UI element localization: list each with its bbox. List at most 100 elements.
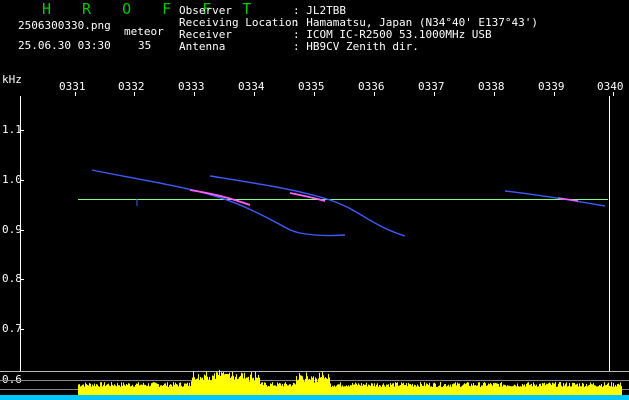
spectrum-bar [145, 384, 146, 395]
spectrum-bar [293, 382, 294, 395]
spectrum-bar [415, 385, 416, 395]
spectrum-bars [78, 370, 622, 395]
spectrum-bar [511, 386, 512, 395]
spectrum-bar [489, 384, 490, 395]
spectrum-bar [458, 383, 459, 395]
spectrum-bar [512, 386, 513, 395]
spectrum-bar [601, 384, 602, 395]
spectrum-bar [410, 384, 411, 395]
spectrum-bar [239, 376, 240, 395]
spectrum-bar [135, 384, 136, 395]
spectrum-bar [95, 386, 96, 395]
spectrum-bar [616, 386, 617, 395]
spectrum-bar [279, 383, 280, 395]
spectrum-bar [175, 382, 176, 395]
spectrum-bar [421, 383, 422, 395]
spectrum-bar [571, 386, 572, 395]
spectrum-bar [240, 375, 241, 395]
spectrum-bar [555, 382, 556, 395]
spectrum-bar [164, 383, 165, 395]
spectrum-bar [399, 385, 400, 395]
spectrum-bar [389, 386, 390, 395]
spectrum-bar [351, 385, 352, 395]
spectrum-bar [353, 384, 354, 395]
spectrum-bar [355, 382, 356, 395]
spectrum-bar [453, 383, 454, 395]
spectrum-bar [407, 386, 408, 395]
spectrum-bar [318, 378, 319, 395]
spectrum-bar [229, 372, 230, 395]
spectrum-bar [170, 384, 171, 395]
spectrum-bar [362, 385, 363, 395]
spectrum-bar [419, 386, 420, 395]
spectrum-bar [481, 385, 482, 395]
spectrum-bar [252, 378, 253, 395]
spectrum-bar [79, 384, 80, 395]
spectrum-bar [411, 385, 412, 395]
spectrum-bar [98, 386, 99, 395]
spectrum-bar [134, 386, 135, 395]
spectrum-bar [137, 383, 138, 395]
meteor-trace [91, 169, 346, 237]
spectrum-bar [128, 383, 129, 395]
spectrum-bar [359, 384, 360, 395]
spectrum-bar [352, 382, 353, 395]
spectrum-bar [430, 386, 431, 395]
spectrum-bar [557, 386, 558, 395]
spectrum-bar [185, 383, 186, 395]
spectrum-bar [574, 382, 575, 395]
spectrum-bar [605, 385, 606, 395]
spectrum-bar [258, 374, 259, 395]
spectrum-bar [446, 386, 447, 395]
spectrum-bar [395, 382, 396, 395]
spectrum-bar [592, 384, 593, 395]
spectrum-bar [123, 382, 124, 395]
spectrum-bar [294, 383, 295, 395]
spectrum-bar [418, 385, 419, 395]
spectrum-bar [541, 386, 542, 395]
spectrum-bar [199, 380, 200, 395]
spectrum-bar [118, 385, 119, 395]
spectrum-bar [172, 386, 173, 395]
spectrum-bar [525, 386, 526, 395]
spectrum-bar [587, 386, 588, 395]
spectrum-bar [254, 380, 255, 395]
spectrum-bar [173, 382, 174, 395]
spectrum-bar [196, 379, 197, 395]
spectrum-bar [490, 382, 491, 395]
spectrum-bar [486, 385, 487, 395]
spectrum-bar [612, 386, 613, 395]
spectrum-bar [496, 383, 497, 395]
spectrum-bar [150, 385, 151, 395]
spectrum-bar [154, 382, 155, 395]
spectrum-bar [346, 385, 347, 395]
spectrum-bar [474, 385, 475, 395]
spectrum-bar [181, 385, 182, 395]
spectrum-bar [429, 382, 430, 395]
spectrum-bar [291, 386, 292, 395]
spectrum-bar [257, 377, 258, 395]
spectrum-bar [85, 382, 86, 395]
spectrum-bar [304, 381, 305, 395]
spectrum-bar [405, 385, 406, 395]
spectrum-bar [321, 377, 322, 395]
spectrum-bar [590, 382, 591, 395]
spectrum-bar [332, 385, 333, 395]
spectrum-bar [191, 381, 192, 395]
spectrum-bar [558, 383, 559, 395]
spectrum-bar [140, 384, 141, 395]
spectrum-bar [263, 385, 264, 395]
spectrum-bar [331, 386, 332, 395]
spectrum-bar [543, 383, 544, 395]
spectrum-bar [237, 379, 238, 395]
spectrum-bar [223, 371, 224, 395]
spectrum-bar [334, 385, 335, 395]
spectrum-bar [440, 382, 441, 395]
spectrum-bar [213, 375, 214, 395]
spectrum-bar [275, 385, 276, 395]
spectrum-bar [190, 386, 191, 395]
spectrum-bar [501, 382, 502, 395]
spectrum-bar [564, 385, 565, 395]
spectrum-bar [197, 378, 198, 395]
spectrum-bar [343, 386, 344, 395]
